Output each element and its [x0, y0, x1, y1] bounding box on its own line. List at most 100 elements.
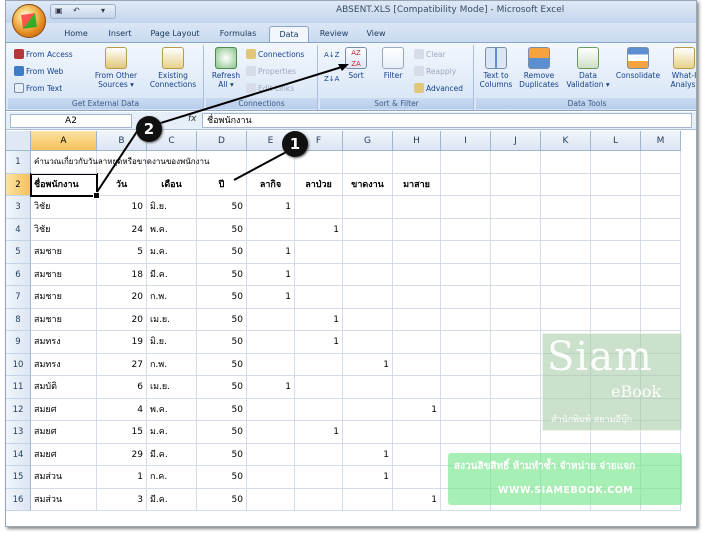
cell-a7[interactable]: สมชาย	[31, 286, 97, 309]
cell-l8[interactable]	[591, 308, 641, 331]
cell-i7[interactable]	[441, 286, 491, 309]
cell-c10[interactable]: ก.พ.	[147, 353, 197, 376]
cell-c4[interactable]: พ.ค.	[147, 218, 197, 241]
clear-button[interactable]: Clear	[414, 49, 446, 59]
cell-e8[interactable]	[247, 308, 295, 331]
cell-d10[interactable]: 50	[197, 353, 247, 376]
cell-h6[interactable]	[393, 263, 441, 286]
cell-h14[interactable]	[393, 443, 441, 466]
cell-k2[interactable]	[541, 173, 591, 196]
cell-f3[interactable]	[295, 196, 343, 219]
cell-a3[interactable]: วิชัย	[31, 196, 97, 219]
column-header-k[interactable]: K	[541, 131, 591, 151]
cell-b8[interactable]: 20	[97, 308, 147, 331]
row-header[interactable]: 2	[6, 173, 31, 196]
row-header[interactable]: 14	[6, 443, 31, 466]
cell-j13[interactable]	[491, 421, 541, 444]
sort-z-to-a-icon[interactable]: Z↓A	[324, 75, 339, 83]
cell-l7[interactable]	[591, 286, 641, 309]
row-header[interactable]: 7	[6, 286, 31, 309]
cell-c2[interactable]: เดือน	[147, 173, 197, 196]
cell-c15[interactable]: ก.ค.	[147, 466, 197, 489]
cell-c13[interactable]: ม.ค.	[147, 421, 197, 444]
cell-l5[interactable]	[591, 241, 641, 264]
cell-c14[interactable]: มี.ค.	[147, 443, 197, 466]
edit-links-button[interactable]: Edit Links	[246, 83, 294, 93]
cell-k5[interactable]	[541, 241, 591, 264]
cell-g14[interactable]: 1	[343, 443, 393, 466]
cell-m7[interactable]	[641, 286, 681, 309]
row-header[interactable]: 9	[6, 331, 31, 354]
cell-h10[interactable]	[393, 353, 441, 376]
tab-view[interactable]: View	[356, 26, 396, 42]
cell-h12[interactable]: 1	[393, 398, 441, 421]
cell-g6[interactable]	[343, 263, 393, 286]
connections-button[interactable]: Connections	[246, 49, 304, 59]
column-header-m[interactable]: M	[641, 131, 681, 151]
cell-m4[interactable]	[641, 218, 681, 241]
cell-b6[interactable]: 18	[97, 263, 147, 286]
cell-a9[interactable]: สมทรง	[31, 331, 97, 354]
cell-d16[interactable]: 50	[197, 488, 247, 511]
cell-d2[interactable]: ปี	[197, 173, 247, 196]
column-header-g[interactable]: G	[343, 131, 393, 151]
row-header[interactable]: 15	[6, 466, 31, 489]
cell-a5[interactable]: สมชาย	[31, 241, 97, 264]
text-to-columns-button[interactable]: Text to Columns	[478, 47, 514, 89]
cell-m5[interactable]	[641, 241, 681, 264]
cell-g13[interactable]	[343, 421, 393, 444]
column-header-h[interactable]: H	[393, 131, 441, 151]
tab-data[interactable]: Data	[269, 26, 309, 42]
cell-k3[interactable]	[541, 196, 591, 219]
undo-icon[interactable]: ↶	[73, 6, 80, 15]
cell-d9[interactable]: 50	[197, 331, 247, 354]
cell-g2[interactable]: ขาดงาน	[343, 173, 393, 196]
cell-l1[interactable]	[591, 151, 641, 174]
cell-e3[interactable]: 1	[247, 196, 295, 219]
cell-f14[interactable]	[295, 443, 343, 466]
cell-f16[interactable]	[295, 488, 343, 511]
cell-m3[interactable]	[641, 196, 681, 219]
tab-page-layout[interactable]: Page Layout	[142, 26, 208, 42]
cell-b15[interactable]: 1	[97, 466, 147, 489]
cell-e14[interactable]	[247, 443, 295, 466]
row-header[interactable]: 13	[6, 421, 31, 444]
cell-i1[interactable]	[441, 151, 491, 174]
cell-f2[interactable]: ลาป่วย	[295, 173, 343, 196]
cell-f13[interactable]: 1	[295, 421, 343, 444]
cell-g10[interactable]: 1	[343, 353, 393, 376]
row-header[interactable]: 8	[6, 308, 31, 331]
cell-g5[interactable]	[343, 241, 393, 264]
remove-duplicates-button[interactable]: Remove Duplicates	[516, 47, 562, 89]
filter-button[interactable]: Filter	[378, 47, 408, 80]
cell-d11[interactable]: 50	[197, 376, 247, 399]
cell-k8[interactable]	[541, 308, 591, 331]
cell-g12[interactable]	[343, 398, 393, 421]
cell-d13[interactable]: 50	[197, 421, 247, 444]
qat-dropdown-icon[interactable]: ▾	[101, 6, 105, 15]
cell-h16[interactable]: 1	[393, 488, 441, 511]
cell-h5[interactable]	[393, 241, 441, 264]
function-icon[interactable]: fx	[188, 114, 197, 124]
cell-l2[interactable]	[591, 173, 641, 196]
cell-e11[interactable]: 1	[247, 376, 295, 399]
row-header[interactable]: 11	[6, 376, 31, 399]
existing-connections-button[interactable]: Existing Connections	[144, 47, 202, 89]
tab-review[interactable]: Review	[312, 26, 356, 42]
cell-c9[interactable]: มิ.ย.	[147, 331, 197, 354]
cell-c16[interactable]: มี.ค.	[147, 488, 197, 511]
cell-g3[interactable]	[343, 196, 393, 219]
cell-j12[interactable]	[491, 398, 541, 421]
cell-g1[interactable]	[343, 151, 393, 174]
cell-h8[interactable]	[393, 308, 441, 331]
column-header-d[interactable]: D	[197, 131, 247, 151]
cell-m8[interactable]	[641, 308, 681, 331]
from-web-button[interactable]: From Web	[14, 66, 63, 76]
name-box[interactable]: A2	[10, 114, 132, 128]
consolidate-button[interactable]: Consolidate	[612, 47, 664, 80]
cell-g7[interactable]	[343, 286, 393, 309]
cell-i5[interactable]	[441, 241, 491, 264]
refresh-all-button[interactable]: Refresh All ▾	[208, 47, 244, 89]
column-header-l[interactable]: L	[591, 131, 641, 151]
cell-a1[interactable]: คำนวณเกี่ยวกับวันลาหยุดหรือขาดงานของพนัก…	[31, 151, 209, 174]
